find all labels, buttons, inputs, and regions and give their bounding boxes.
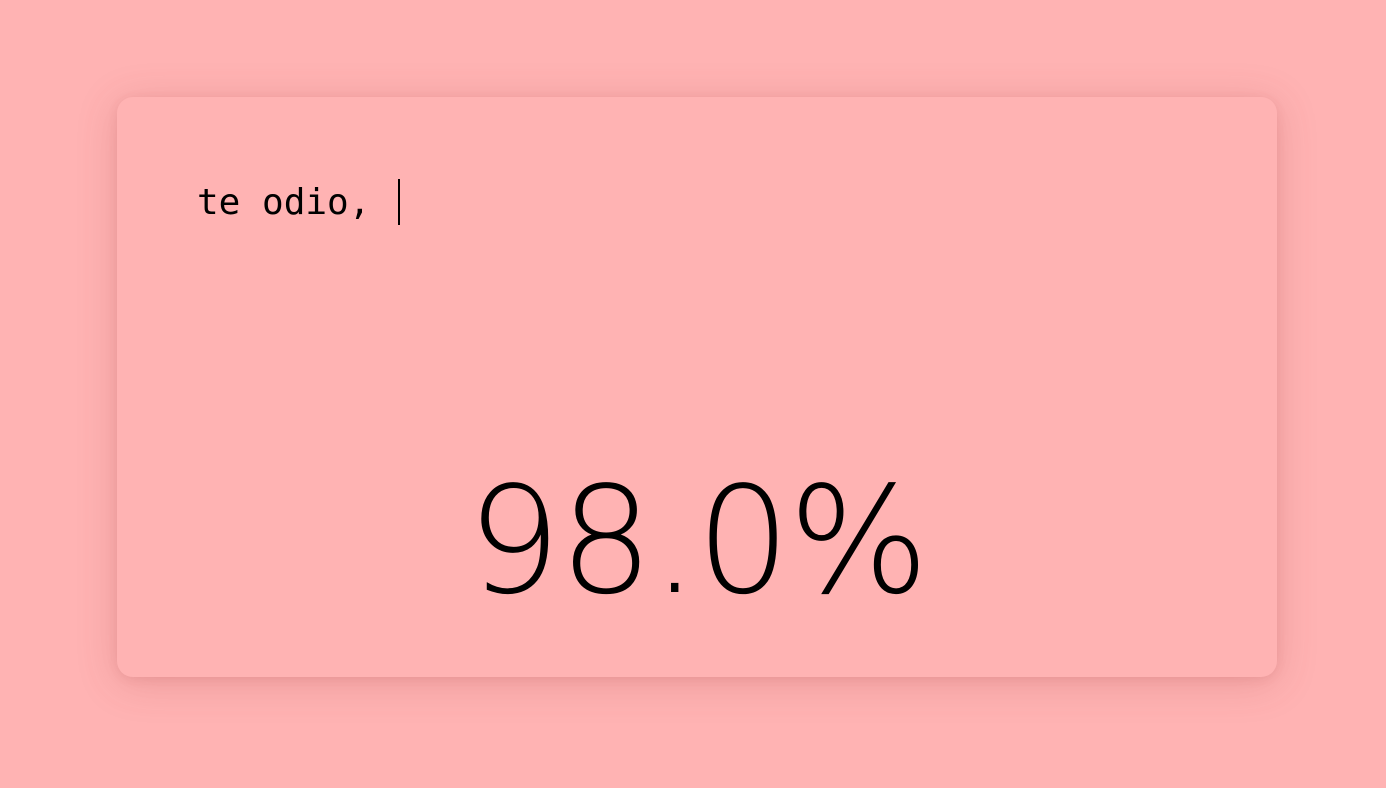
text-cursor [398,179,401,225]
percentage-readout: 98.0% [466,455,929,627]
typing-card: te odio, 98.0% [117,97,1277,677]
typed-text: te odio, [197,181,393,223]
typing-input[interactable]: te odio, [197,179,401,225]
